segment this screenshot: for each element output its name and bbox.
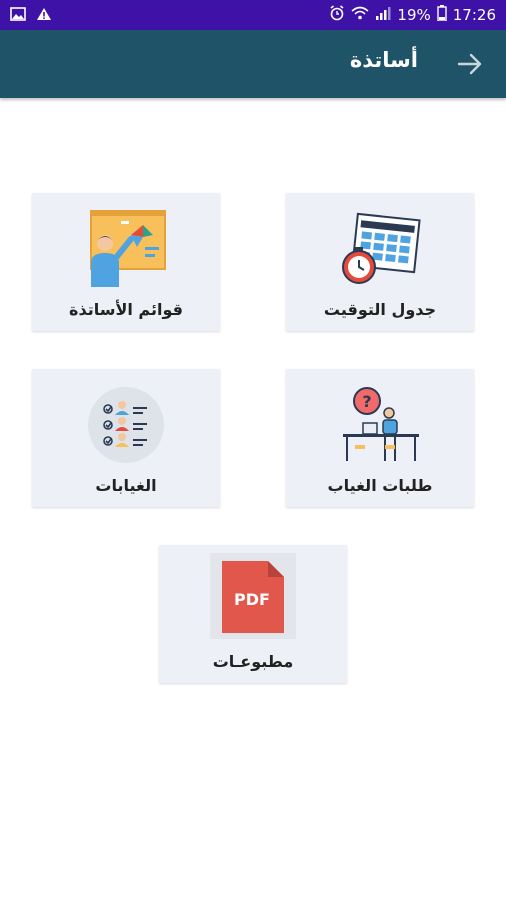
svg-text:?: ? [362, 392, 371, 411]
tile-prints[interactable]: PDF مطبوعـات [159, 545, 347, 683]
pdf-icon: PDF [210, 553, 296, 639]
tile-label: قوائم الأساتذة [69, 300, 183, 319]
battery-percent: 19% [397, 6, 431, 24]
tile-label: الغيابات [95, 476, 157, 495]
status-bar: 19% 17:26 [0, 0, 506, 30]
tile-label: مطبوعـات [212, 652, 294, 671]
teacher-board-icon [81, 207, 171, 287]
attendance-list-icon [81, 383, 171, 463]
alarm-icon [329, 5, 345, 25]
warning-icon [36, 6, 52, 25]
wifi-icon [351, 6, 369, 24]
app-toolbar: أساتذة [0, 30, 506, 98]
clock-time: 17:26 [452, 6, 496, 24]
pdf-badge-text: PDF [234, 590, 270, 609]
tile-teacher-lists[interactable]: قوائم الأساتذة [32, 193, 220, 331]
signal-icon [375, 6, 391, 24]
image-notification-icon [10, 6, 26, 25]
absence-request-icon: ? [335, 383, 425, 463]
arrow-right-icon [457, 53, 482, 75]
tile-label: جدول التوقيت [323, 300, 437, 319]
back-button[interactable] [454, 48, 486, 80]
tile-label: طلبات الغياب [327, 476, 433, 495]
page-title: أساتذة [349, 48, 418, 72]
tile-timetable[interactable]: جدول التوقيت [286, 193, 474, 331]
battery-icon [437, 5, 447, 25]
timetable-icon [335, 207, 425, 287]
tile-absence-requests[interactable]: ? طلبات الغياب [286, 369, 474, 507]
tile-absences[interactable]: الغيابات [32, 369, 220, 507]
